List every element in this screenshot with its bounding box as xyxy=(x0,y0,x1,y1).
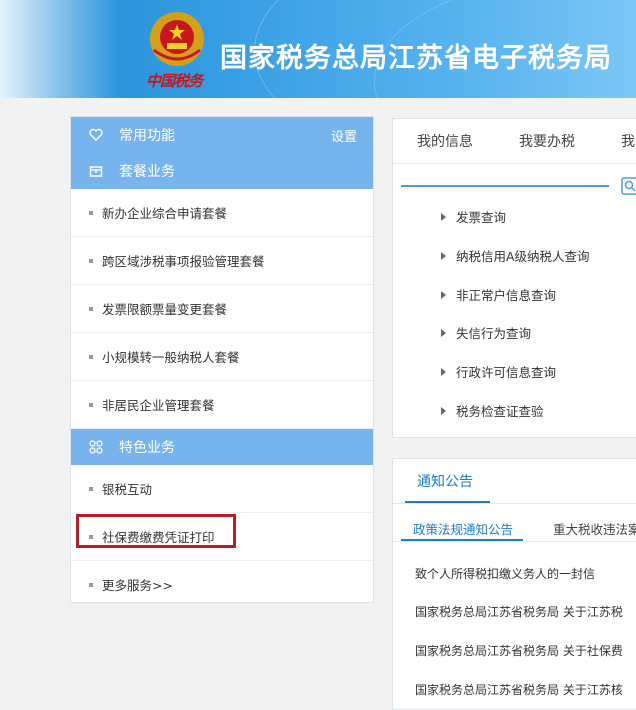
query-item-label: 失信行为查询 xyxy=(456,326,532,341)
featured-item-social-security-print[interactable]: 社保费缴费凭证打印 xyxy=(71,513,373,561)
tab-handle-tax[interactable]: 我要办税 xyxy=(519,131,575,151)
featured-section-header[interactable]: 特色业务 xyxy=(71,429,373,465)
subtab-divider xyxy=(393,541,636,542)
info-query-panel: 我的信息 我要办税 我 发票查询 纳税信用A级纳税人查询 非正常户信息查询 失信… xyxy=(392,118,636,438)
bullet-icon xyxy=(89,354,93,359)
featured-item-more-services[interactable]: 更多服务>> xyxy=(71,561,373,608)
subtab-policy-notices[interactable]: 政策法规通知公告 xyxy=(413,519,513,538)
featured-item-label: 银税互动 xyxy=(102,482,153,497)
settings-link[interactable]: 设置 xyxy=(331,126,357,145)
tab-my-info[interactable]: 我的信息 xyxy=(417,131,473,151)
news-item[interactable]: 致个人所得税扣缴义务人的一封信 xyxy=(415,565,595,582)
query-item-admin-license[interactable]: 行政许可信息查询 xyxy=(441,362,556,381)
national-emblem-icon xyxy=(150,12,204,66)
heart-icon xyxy=(89,128,103,141)
subtab-active-underline xyxy=(401,539,523,541)
caret-right-icon xyxy=(441,251,446,260)
package-item-invoice-limit[interactable]: 发票限额票量变更套餐 xyxy=(71,285,373,333)
notice-title[interactable]: 通知公告 xyxy=(417,471,473,491)
bullet-icon xyxy=(89,402,93,407)
bullet-icon xyxy=(89,486,93,491)
bullet-icon xyxy=(89,258,93,263)
caret-right-icon xyxy=(441,328,446,337)
query-item-label: 纳税信用A级纳税人查询 xyxy=(456,249,590,264)
news-item[interactable]: 国家税务总局江苏省税务局 关于江苏税 xyxy=(415,603,623,620)
package-item-cross-region[interactable]: 跨区域涉税事项报验管理套餐 xyxy=(71,237,373,285)
business-menu-panel: 常用功能 设置 套餐业务 新办企业综合申请套餐 跨区域涉税事项报验管理套餐 发票… xyxy=(70,116,374,603)
featured-item-label: 更多服务>> xyxy=(102,578,173,593)
news-item[interactable]: 国家税务总局江苏省税务局 关于社保费 xyxy=(415,642,623,659)
query-item-label: 发票查询 xyxy=(456,210,507,225)
subtab-major-violations[interactable]: 重大税收违法案 xyxy=(553,519,636,538)
package-item-label: 发票限额票量变更套餐 xyxy=(102,302,228,317)
package-item-non-resident[interactable]: 非居民企业管理套餐 xyxy=(71,381,373,429)
common-functions-header: 常用功能 设置 xyxy=(71,117,373,153)
featured-item-label: 社保费缴费凭证打印 xyxy=(102,530,215,545)
query-item-invoice[interactable]: 发票查询 xyxy=(441,207,506,226)
caret-right-icon xyxy=(441,212,446,221)
site-title: 国家税务总局江苏省电子税务局 xyxy=(220,43,612,74)
package-item-label: 非居民企业管理套餐 xyxy=(102,398,215,413)
bullet-icon xyxy=(89,210,93,215)
package-item-new-enterprise[interactable]: 新办企业综合申请套餐 xyxy=(71,189,373,237)
caret-right-icon xyxy=(441,290,446,299)
package-item-label: 跨区域涉税事项报验管理套餐 xyxy=(102,254,265,269)
featured-section-label: 特色业务 xyxy=(119,440,175,456)
bullet-icon xyxy=(89,582,93,587)
caret-right-icon xyxy=(441,367,446,376)
package-section-header[interactable]: 套餐业务 xyxy=(71,153,373,189)
grid-icon xyxy=(89,440,103,454)
package-item-small-scale[interactable]: 小规模转一般纳税人套餐 xyxy=(71,333,373,381)
common-functions-label: 常用功能 xyxy=(119,128,175,144)
package-box-icon xyxy=(89,166,103,177)
notice-divider xyxy=(393,503,636,504)
news-item[interactable]: 国家税务总局江苏省税务局 关于江苏核 xyxy=(415,681,623,698)
featured-item-bank-tax[interactable]: 银税互动 xyxy=(71,465,373,513)
query-item-label: 税务检查证查验 xyxy=(456,404,544,419)
caret-right-icon xyxy=(441,406,446,415)
query-divider xyxy=(401,185,609,187)
query-item-dishonesty[interactable]: 失信行为查询 xyxy=(441,323,531,342)
site-header: 中国税务 国家税务总局江苏省电子税务局 xyxy=(0,0,636,98)
package-item-label: 小规模转一般纳税人套餐 xyxy=(102,350,240,365)
query-item-abnormal-household[interactable]: 非正常户信息查询 xyxy=(441,285,556,304)
query-item-credit-a[interactable]: 纳税信用A级纳税人查询 xyxy=(441,246,590,265)
china-tax-logo-text: 中国税务 xyxy=(146,72,203,90)
query-item-label: 非正常户信息查询 xyxy=(456,288,557,303)
bullet-icon xyxy=(89,306,93,311)
notice-title-underline xyxy=(405,501,490,503)
bullet-icon xyxy=(89,534,93,539)
tab-more[interactable]: 我 xyxy=(621,131,635,151)
package-item-label: 新办企业综合申请套餐 xyxy=(102,206,228,221)
package-section-label: 套餐业务 xyxy=(119,164,175,180)
search-query-icon xyxy=(621,177,636,195)
query-item-inspection-cert[interactable]: 税务检查证查验 xyxy=(441,401,544,420)
info-tabs: 我的信息 我要办税 我 xyxy=(393,119,636,164)
notice-panel: 通知公告 政策法规通知公告 重大税收违法案 致个人所得税扣缴义务人的一封信 国家… xyxy=(392,458,636,710)
query-item-label: 行政许可信息查询 xyxy=(456,365,557,380)
